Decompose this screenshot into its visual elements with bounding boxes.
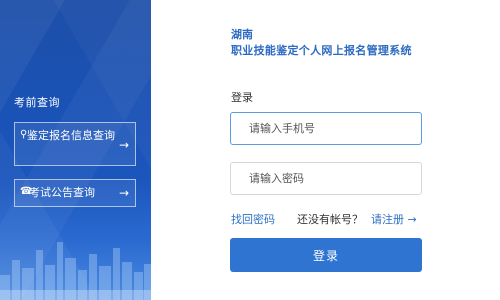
registration-info-query-button[interactable]: ⚲ 鉴定报名信息查询 → — [14, 122, 136, 166]
arrow-right-icon: → — [118, 138, 129, 152]
register-link[interactable]: 请注册 → — [371, 211, 417, 227]
exam-announcement-query-button[interactable]: ☎ 考试公告查询 → — [14, 179, 136, 207]
phone-input[interactable] — [230, 112, 422, 145]
forgot-password-link[interactable]: 找回密码 — [231, 211, 275, 227]
search-icon: ⚲ — [20, 129, 28, 140]
exam-announcement-query-label: 考试公告查询 — [29, 186, 95, 199]
registration-info-query-label: 鉴定报名信息查询 — [27, 129, 115, 142]
exam-query-title: 考前查询 — [14, 96, 60, 109]
no-account-text: 还没有帐号？ — [297, 213, 363, 226]
megaphone-icon: ☎ — [20, 186, 33, 197]
login-button[interactable]: 登录 — [230, 238, 422, 272]
login-heading: 登录 — [231, 91, 253, 104]
city-skyline-graphic — [0, 242, 151, 300]
arrow-right-icon: → — [118, 186, 129, 200]
sidebar-panel: 考前查询 ⚲ 鉴定报名信息查询 → ☎ 考试公告查询 → — [0, 0, 151, 300]
password-input[interactable] — [230, 162, 422, 195]
brand-region-title: 湖南 — [231, 28, 253, 41]
brand-system-title: 职业技能鉴定个人网上报名管理系统 — [231, 44, 412, 57]
